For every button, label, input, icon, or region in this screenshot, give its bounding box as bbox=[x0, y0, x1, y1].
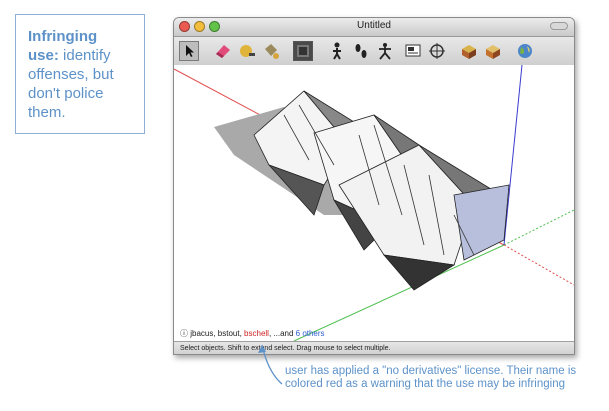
annotation-note: user has applied a "no derivatives" lice… bbox=[285, 365, 577, 390]
model-authors-line: ⓘ jbacus, bstout, bschell, ...and 6 othe… bbox=[180, 328, 325, 339]
info-icon: ⓘ bbox=[180, 329, 188, 338]
authors-separator: , ...and bbox=[268, 329, 296, 338]
other-authors-link[interactable]: 6 others bbox=[296, 329, 325, 338]
paint-bucket-button[interactable] bbox=[261, 41, 281, 61]
orbit-icon bbox=[379, 43, 391, 60]
warning-author-name[interactable]: bschell bbox=[244, 329, 269, 338]
walk-icon bbox=[333, 42, 341, 60]
position-camera-icon bbox=[429, 43, 445, 59]
authors-list: jbacus, bstout, bbox=[190, 329, 245, 338]
eraser-tool-icon bbox=[216, 45, 230, 58]
section-plane-button[interactable] bbox=[403, 41, 423, 61]
position-camera-button[interactable] bbox=[427, 41, 447, 61]
section-plane-icon bbox=[405, 44, 421, 57]
toolbar-toggle-button[interactable] bbox=[550, 22, 568, 30]
eraser-tool-button[interactable] bbox=[213, 41, 233, 61]
components-browser-icon bbox=[462, 45, 476, 59]
materials-button[interactable] bbox=[483, 41, 503, 61]
active-tool-icon bbox=[297, 45, 309, 57]
status-bar: Select objects. Shift to extend select. … bbox=[174, 341, 574, 354]
select-tool-icon bbox=[186, 45, 194, 57]
tape-measure-button[interactable] bbox=[237, 41, 257, 61]
get-models-button[interactable] bbox=[515, 41, 535, 61]
app-window: Untitled ⓘ jbacus, bstout, bschell, ...a… bbox=[173, 17, 575, 355]
footprints-icon bbox=[355, 44, 367, 58]
model-canvas bbox=[174, 64, 574, 342]
walk-tool-button[interactable] bbox=[327, 41, 347, 61]
red-axis-dashed bbox=[503, 244, 574, 286]
materials-icon bbox=[486, 45, 500, 59]
blue-axis bbox=[503, 64, 523, 246]
green-axis-dashed bbox=[503, 209, 574, 246]
footprints-tool-button[interactable] bbox=[351, 41, 371, 61]
select-tool-button[interactable] bbox=[179, 41, 199, 61]
toolbar bbox=[174, 37, 574, 66]
tape-measure-icon bbox=[240, 45, 255, 57]
orbit-tool-button[interactable] bbox=[375, 41, 395, 61]
paint-bucket-icon bbox=[265, 44, 279, 59]
title-bar[interactable]: Untitled bbox=[174, 18, 574, 37]
window-title: Untitled bbox=[357, 20, 391, 31]
callout-box: Infringing use: identify offenses, but d… bbox=[15, 14, 145, 134]
model-viewport[interactable]: ⓘ jbacus, bstout, bschell, ...and 6 othe… bbox=[174, 64, 574, 342]
component-tool-button[interactable] bbox=[293, 41, 313, 61]
components-browser-button[interactable] bbox=[459, 41, 479, 61]
earth-icon bbox=[518, 44, 532, 58]
